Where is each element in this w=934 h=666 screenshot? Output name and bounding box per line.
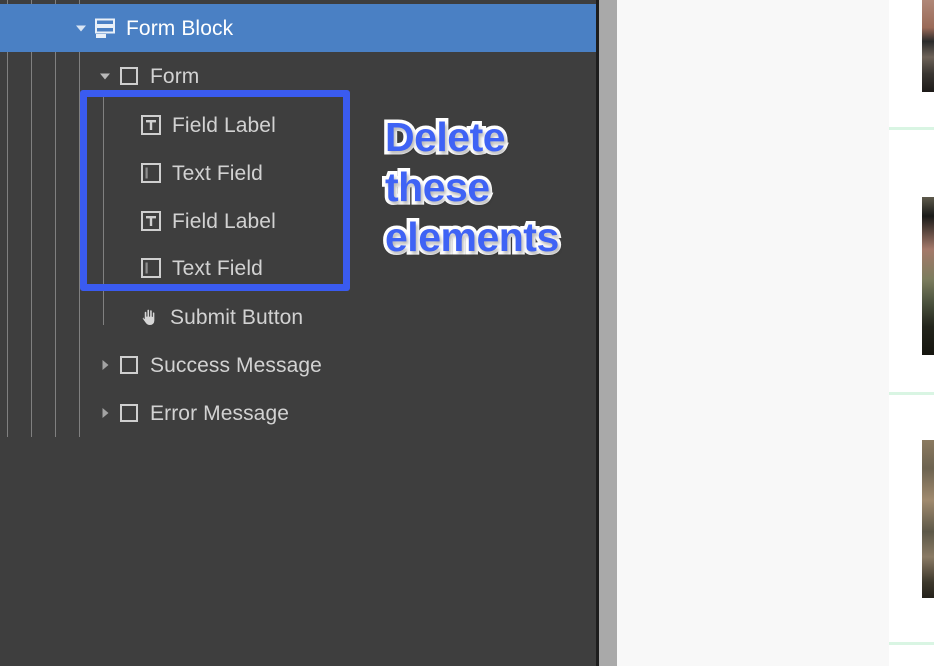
annotation-line-1: Delete: [382, 111, 510, 164]
tree-row-label: Text Field: [172, 161, 263, 185]
chevron-right-icon[interactable]: [94, 389, 116, 437]
strip-thumbnail: [922, 197, 934, 355]
tree-row-label: Text Field: [172, 256, 263, 280]
tree-row-label: Form Block: [126, 16, 234, 40]
chevron-down-icon[interactable]: [70, 4, 92, 52]
tree-row-form-block[interactable]: Form Block: [0, 4, 596, 52]
preview-strip[interactable]: [889, 0, 934, 666]
panel-scrollbar[interactable]: [599, 0, 617, 666]
annotation-callout: Delete these elements: [382, 111, 595, 264]
navigator-panel: Form Block Form Field Label Text Field F…: [0, 0, 596, 666]
strip-thumbnail: [922, 440, 934, 598]
tree-row-success-message[interactable]: Success Message: [0, 341, 596, 389]
text-label-icon: [138, 101, 164, 149]
tree-row-label: Submit Button: [170, 305, 304, 329]
tree-row-label: Field Label: [172, 113, 276, 137]
strip-thumbnail: [922, 0, 934, 92]
tree-row-label: Error Message: [150, 401, 290, 425]
text-label-icon: [138, 197, 164, 245]
strip-card[interactable]: [889, 133, 934, 395]
chevron-down-icon[interactable]: [94, 52, 116, 100]
hand-pointer-icon: [136, 293, 162, 341]
tree-row-submit-button[interactable]: Submit Button: [0, 293, 596, 341]
text-input-icon: [138, 149, 164, 197]
tree-row-label: Field Label: [172, 209, 276, 233]
form-block-icon: [92, 4, 118, 52]
strip-card[interactable]: [889, 648, 934, 666]
tree-row-error-message[interactable]: Error Message: [0, 389, 596, 437]
tree-row-label: Success Message: [150, 353, 322, 377]
chevron-right-icon[interactable]: [94, 341, 116, 389]
canvas-area[interactable]: [617, 0, 934, 666]
screen-root: Form Block Form Field Label Text Field F…: [0, 0, 934, 666]
box-icon: [116, 389, 142, 437]
strip-card[interactable]: [889, 0, 934, 130]
text-input-icon: [138, 244, 164, 292]
strip-card[interactable]: [889, 398, 934, 645]
annotation-line-3: elements: [382, 211, 563, 264]
annotation-line-2: these: [382, 161, 494, 214]
tree-row-form[interactable]: Form: [0, 52, 596, 100]
box-icon: [116, 52, 142, 100]
box-icon: [116, 341, 142, 389]
tree-row-label: Form: [150, 64, 200, 88]
